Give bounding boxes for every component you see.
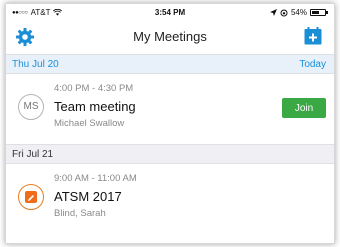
- section-header-thu-jul-20: Thu Jul 20 Today: [6, 54, 334, 74]
- status-right: 54%: [269, 8, 328, 17]
- app-window: ●●○○○ AT&T 3:54 PM 54% My Meetings Thu J…: [5, 3, 335, 244]
- battery-level: [312, 11, 319, 14]
- meeting-organizer: Blind, Sarah: [54, 208, 106, 219]
- status-bar: ●●○○○ AT&T 3:54 PM 54%: [6, 4, 334, 20]
- today-button[interactable]: Today: [299, 59, 326, 70]
- meeting-row[interactable]: 9:00 AM - 11:00 AM ATSM 2017 Blind, Sara…: [6, 164, 334, 234]
- meeting-time: 4:00 PM - 4:30 PM: [54, 83, 134, 94]
- pencil-icon: [28, 195, 34, 201]
- battery-percent: 54%: [290, 8, 307, 17]
- page-title: My Meetings: [133, 29, 207, 44]
- battery-icon: [310, 9, 328, 16]
- calendar-add-icon: [304, 27, 322, 45]
- location-arrow-icon: [269, 9, 277, 16]
- join-button[interactable]: Join: [282, 98, 326, 118]
- calendar-event-icon: [18, 184, 44, 210]
- meeting-time: 9:00 AM - 11:00 AM: [54, 173, 137, 184]
- section-date: Fri Jul 21: [12, 149, 54, 160]
- calendar-event-glyph: [25, 191, 37, 203]
- meeting-title: ATSM 2017: [54, 189, 122, 204]
- nav-bar: My Meetings: [6, 21, 334, 54]
- meeting-row[interactable]: MS 4:00 PM - 4:30 PM Team meeting Michae…: [6, 74, 334, 144]
- section-header-fri-jul-21: Fri Jul 21: [6, 144, 334, 164]
- avatar: MS: [18, 94, 44, 120]
- section-date: Thu Jul 20: [12, 59, 59, 70]
- meeting-title: Team meeting: [54, 99, 136, 114]
- add-meeting-button[interactable]: [304, 27, 322, 45]
- rotation-lock-icon: [280, 8, 288, 17]
- meeting-organizer: Michael Swallow: [54, 118, 125, 129]
